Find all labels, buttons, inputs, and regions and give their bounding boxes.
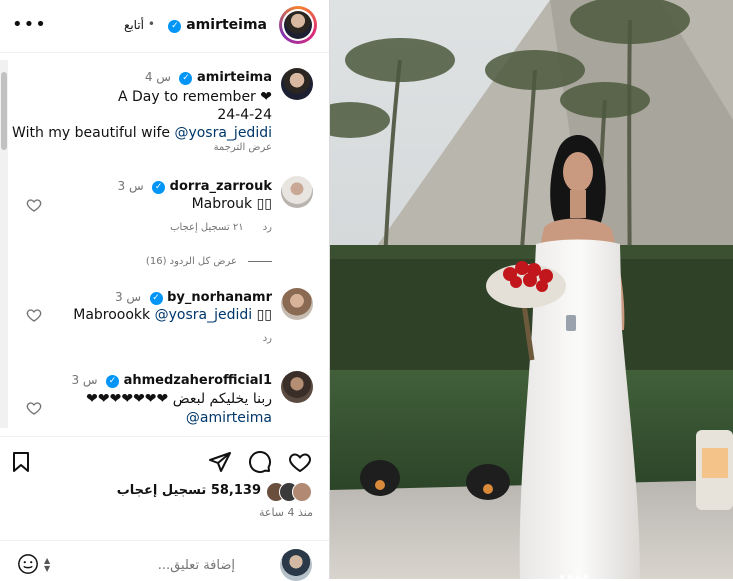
comment-like-heart-icon[interactable] <box>26 307 42 323</box>
mention-link[interactable]: @amirteima <box>186 410 272 426</box>
comment-username[interactable]: 3 س ✓ dorra_zarrouk <box>118 179 272 194</box>
comment-text: Mabrouk ▯▯ <box>191 196 272 212</box>
post-timestamp: منذ 4 ساعة <box>258 506 313 519</box>
caption-line-3: With my beautiful wife @yosra_jedidi <box>12 125 272 141</box>
comment-likes-count[interactable]: ٢١ تسجيل إعجاب <box>170 222 244 233</box>
view-replies-link[interactable]: عرض كل الردود (16) <box>146 256 237 267</box>
comment-username[interactable]: 3 س ✓ ahmedzaherofficial1 <box>71 373 272 388</box>
follow-button[interactable]: أتابع <box>124 18 144 32</box>
share-icon[interactable] <box>208 450 232 474</box>
post-panel: ••• أتابع • ✓ amirteima 4 س ✓ amirteima … <box>0 0 330 581</box>
header-avatar[interactable] <box>279 6 317 44</box>
caption-line-2: 24-4-24 <box>217 107 272 123</box>
more-options-icon[interactable]: ••• <box>12 14 47 35</box>
translate-link[interactable]: عرض الترجمة <box>214 142 272 153</box>
caption-avatar[interactable] <box>281 68 313 100</box>
header-username[interactable]: ✓ amirteima <box>168 17 267 33</box>
add-comment-input[interactable] <box>113 557 237 574</box>
comment-avatar[interactable] <box>281 371 313 403</box>
verified-badge-icon: ✓ <box>106 375 120 388</box>
mention-link[interactable]: @yosra_jedidi <box>174 125 272 141</box>
wedding-photo-illustration <box>330 0 733 579</box>
verified-badge-icon: ✓ <box>152 181 166 194</box>
verified-badge-icon: ✓ <box>149 292 163 305</box>
replies-divider <box>248 261 272 262</box>
caption-line-1: A Day to remember ❤ <box>117 89 272 105</box>
comment-avatar[interactable] <box>281 176 313 208</box>
verified-badge-icon: ✓ <box>168 20 182 33</box>
comment-avatar[interactable] <box>281 288 313 320</box>
comment-icon[interactable] <box>248 450 272 474</box>
bookmark-icon[interactable] <box>9 450 33 474</box>
emoji-stepper-icon[interactable]: ▲ ▼ <box>44 557 50 573</box>
comments-scrollbar[interactable] <box>0 60 8 428</box>
comment-reply-button[interactable]: رد <box>263 222 272 233</box>
heart-icon[interactable] <box>288 450 312 474</box>
mention-link[interactable]: @yosra_jedidi <box>155 307 253 323</box>
comment-username[interactable]: 3 س ✓ by_norhanamr <box>115 290 272 305</box>
emoji-icon[interactable] <box>17 553 39 575</box>
post-photo[interactable] <box>330 0 733 579</box>
post-header: ••• أتابع • ✓ amirteima <box>0 0 329 53</box>
likes-count[interactable]: 58,139 تسجيل إعجاب <box>117 483 261 498</box>
caption-username[interactable]: 4 س ✓ amirteima <box>145 70 272 85</box>
header-separator: • <box>147 17 155 31</box>
current-user-avatar <box>280 549 312 581</box>
comment-reply-button[interactable]: رد <box>263 333 272 344</box>
verified-badge-icon: ✓ <box>179 72 193 85</box>
comment-text: ربنا يخليكم لبعض ❤❤❤❤❤❤❤ <box>86 391 272 407</box>
comment-text: Mabroookk @yosra_jedidi ▯▯ <box>73 307 272 323</box>
comment-meta: رد ٢١ تسجيل إعجاب <box>170 222 272 233</box>
comment-like-heart-icon[interactable] <box>26 197 42 213</box>
comment-like-heart-icon[interactable] <box>26 400 42 416</box>
